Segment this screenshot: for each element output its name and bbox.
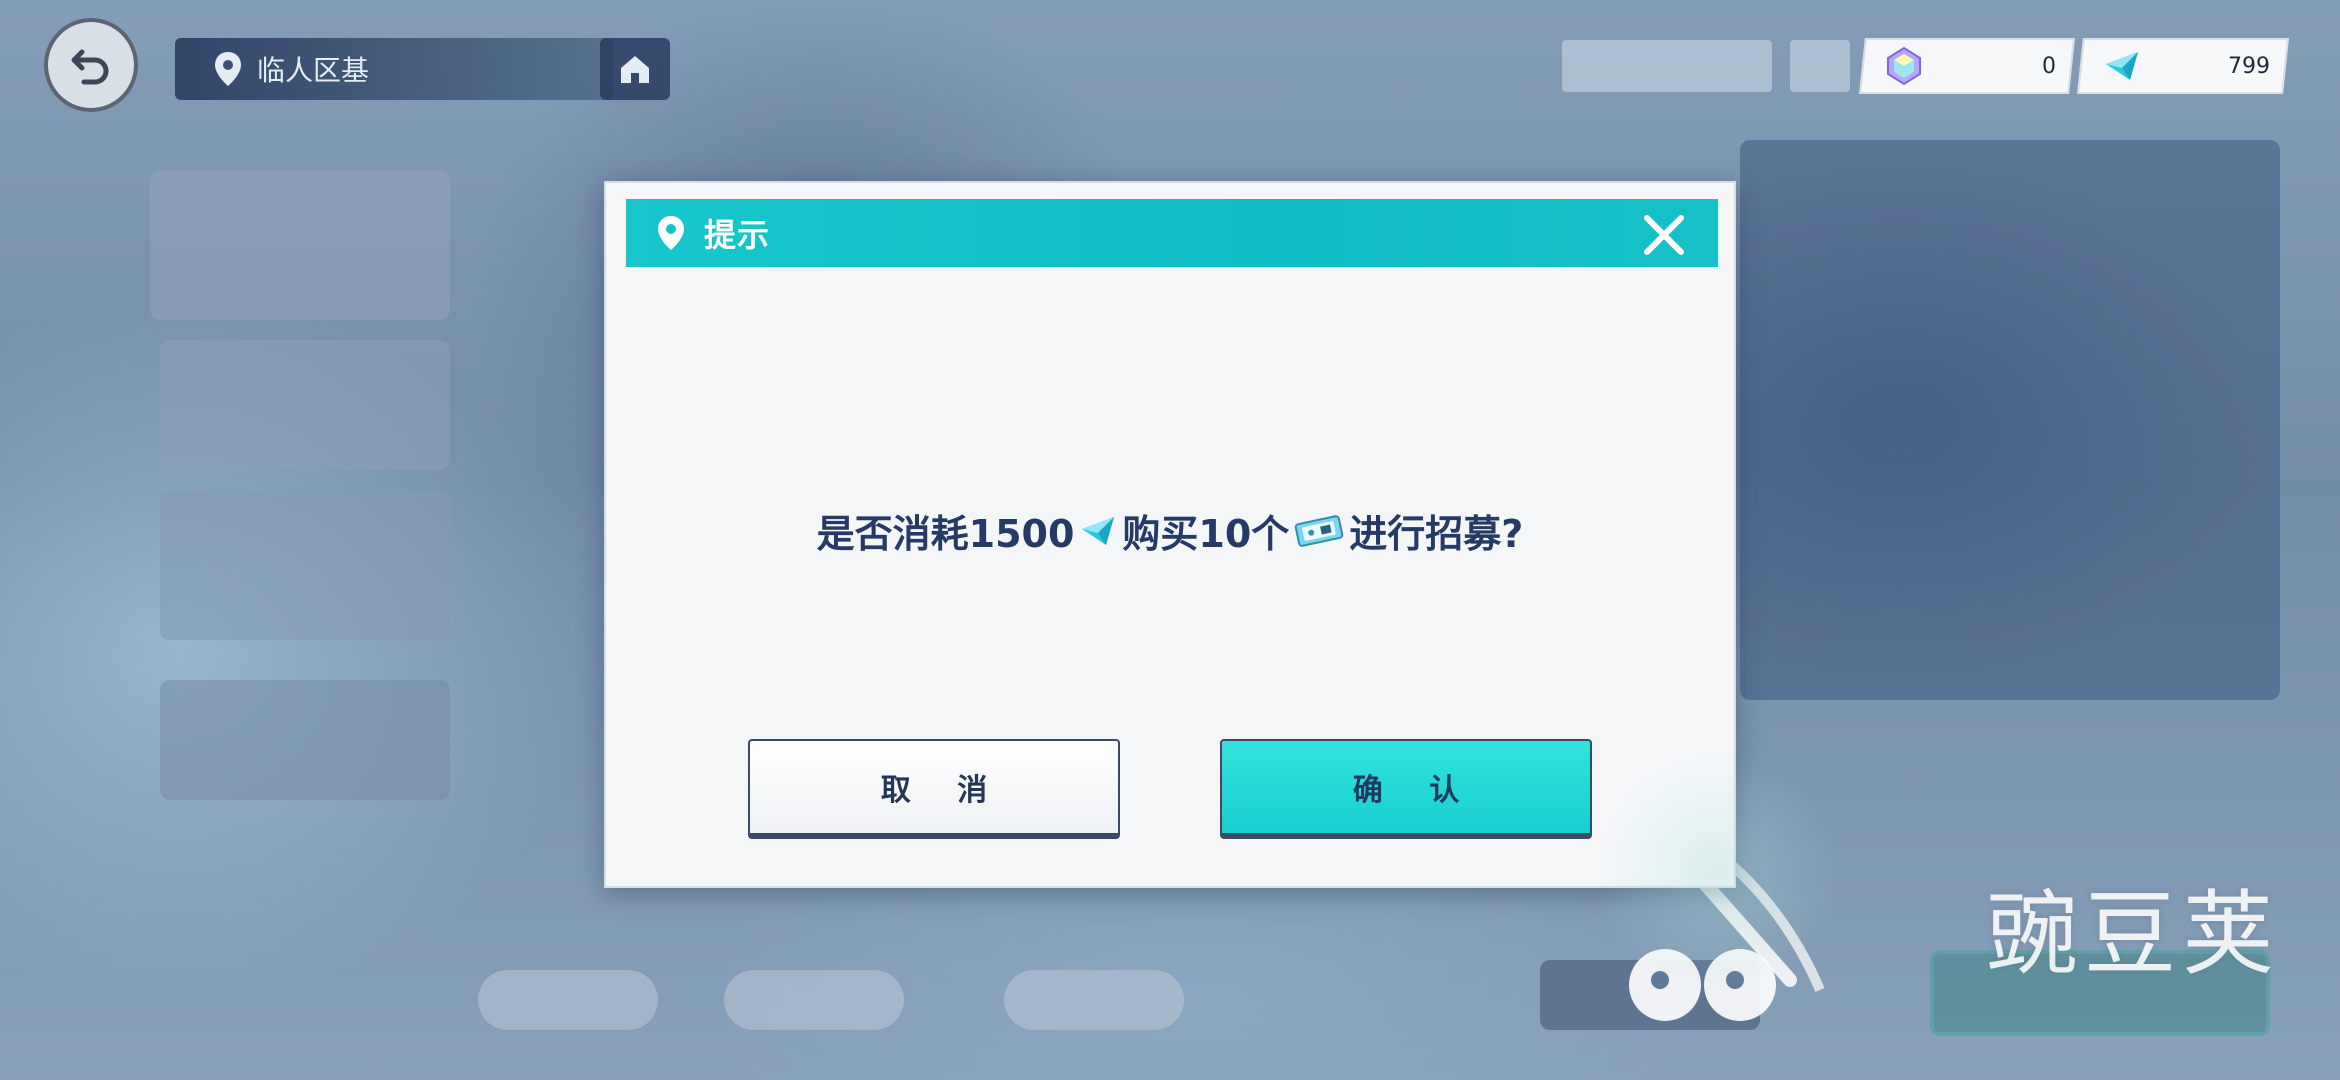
confirm-button[interactable]: 确 认 (1220, 739, 1592, 839)
back-arrow-icon (71, 49, 109, 85)
home-icon (621, 56, 649, 83)
currency-slot-ghost-2 (1790, 40, 1850, 92)
home-button[interactable] (600, 38, 670, 100)
blue-diamond-icon (1078, 513, 1118, 549)
watermark-text: 豌豆荚 (1985, 881, 2280, 988)
message-part-recruit: 进行招募? (1349, 512, 1524, 556)
location-label: 临人区基 (257, 54, 370, 87)
currency-diamond[interactable]: 799 (2077, 38, 2289, 94)
dialog-header: 提示 (626, 199, 1718, 267)
confirm-dialog: 提示 是否消耗1500 购买10个 进行招募? 取 消 确 认 (604, 181, 1846, 1003)
blue-diamond-icon (2106, 52, 2138, 80)
location-pin-icon (215, 52, 241, 86)
gem-count: 0 (2042, 53, 2056, 79)
close-icon (1644, 215, 1684, 255)
crystal-gem-icon (1887, 46, 1921, 86)
recruit-ticket-icon (1293, 513, 1345, 549)
currency-slot-ghost-1 (1562, 40, 1772, 92)
message-part-buy: 购买10个 (1122, 512, 1290, 556)
dialog-message: 是否消耗1500 购买10个 进行招募? (606, 503, 1734, 558)
diamond-count: 799 (2228, 53, 2270, 79)
message-part-cost: 是否消耗1500 (816, 512, 1075, 556)
cancel-button[interactable]: 取 消 (748, 739, 1120, 839)
close-button[interactable] (1638, 209, 1690, 261)
back-button[interactable] (44, 18, 138, 112)
location-bar: 临人区基 (175, 38, 613, 100)
currency-gem[interactable]: 0 (1859, 38, 2075, 94)
location-pin-icon (656, 214, 686, 252)
dialog-title: 提示 (704, 216, 771, 254)
